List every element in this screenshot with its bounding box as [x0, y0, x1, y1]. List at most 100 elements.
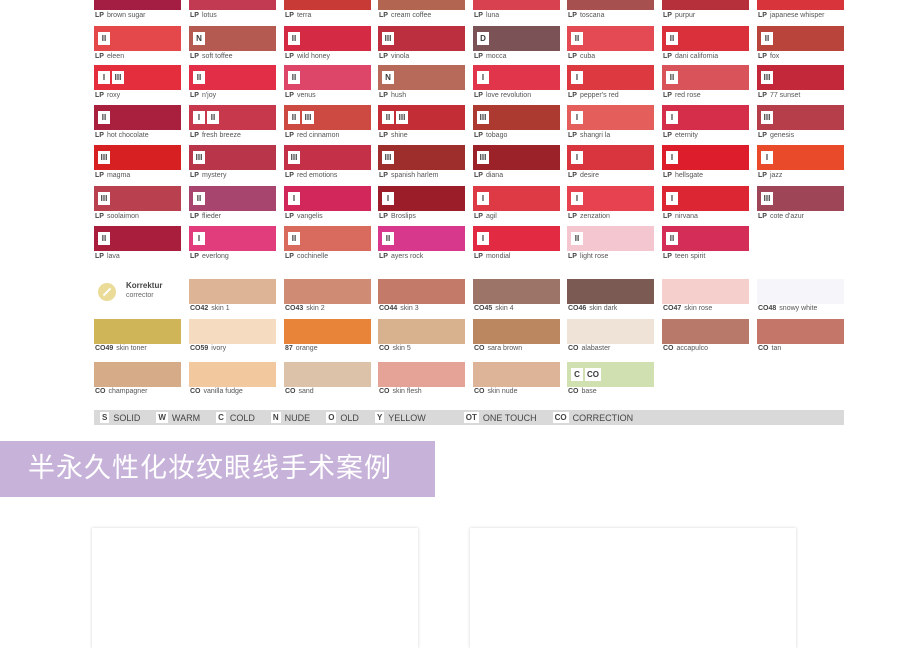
swatch-label: CO vanilla fudge [190, 387, 243, 396]
swatch-label: LP agil [474, 212, 497, 221]
tone-badge: I [571, 192, 583, 205]
swatch-label: LP brown sugar [95, 11, 145, 20]
color-swatch: I [189, 226, 276, 251]
color-swatch: I [662, 105, 749, 130]
swatch-label: CO47 skin rose [663, 304, 712, 313]
swatch-prefix: LP [95, 92, 104, 99]
swatch-name: eleen [106, 53, 125, 60]
swatch-name: red rose [674, 92, 701, 99]
swatch-name: skin 5 [392, 345, 411, 352]
swatch-label: LP 77 sunset [758, 91, 800, 100]
swatch-name: base [581, 388, 597, 395]
legend-label: YELLOW [388, 412, 426, 423]
tone-badges: II [98, 232, 110, 245]
swatch-prefix: LP [190, 12, 199, 19]
color-swatch: D [473, 26, 560, 51]
swatch-label: LP love revolution [474, 91, 531, 100]
tone-badges: II [193, 71, 205, 84]
tone-badges: II [98, 32, 110, 45]
tone-badge: II [288, 232, 300, 245]
swatch-label: CO tan [758, 344, 781, 353]
tone-badges: N [193, 32, 205, 45]
tone-badges: II [288, 232, 300, 245]
swatch-name: magma [106, 172, 131, 179]
tone-badge: I [98, 71, 110, 84]
color-swatch: II [662, 65, 749, 90]
tone-badges: N [382, 71, 394, 84]
tone-badge: III [396, 111, 408, 124]
case-photo-right [470, 528, 796, 648]
tone-badge: II [382, 111, 394, 124]
color-swatch: II [662, 226, 749, 251]
swatch-label: CO42 skin 1 [190, 304, 230, 313]
swatch-label: CO champagner [95, 387, 147, 396]
tone-badges: I [288, 192, 300, 205]
color-swatch: N [189, 26, 276, 51]
swatch-name: cream coffee [390, 12, 432, 19]
swatch-label: LP dani california [663, 52, 718, 61]
swatch-prefix: CO [663, 345, 674, 352]
swatch-name: 77 sunset [769, 92, 801, 99]
tone-badge: N [193, 32, 205, 45]
legend-item: C COLD [216, 412, 255, 423]
tone-badge: I [382, 192, 394, 205]
corrector-subtitle: corrector [126, 292, 154, 299]
swatch-name: accapulco [676, 345, 709, 352]
swatch-name: jazz [769, 172, 783, 179]
swatch-name: toscana [579, 12, 605, 19]
swatch-name: orange [295, 345, 318, 352]
swatch-label: LP mystery [190, 171, 226, 180]
color-swatch: I [757, 145, 844, 170]
swatch-name: red cinnamon [296, 132, 340, 139]
swatch-label: 87 orange [285, 344, 318, 353]
swatch-prefix: CO59 [190, 345, 209, 352]
swatch-name: hush [390, 92, 407, 99]
swatch-name: tobago [485, 132, 508, 139]
swatch-label: CO accapulco [663, 344, 708, 353]
tone-badges: III [193, 151, 205, 164]
color-swatch: III [94, 145, 181, 170]
color-swatch: II III [378, 105, 465, 130]
swatch-prefix: LP [474, 132, 483, 139]
swatch-prefix: LP [758, 172, 767, 179]
tone-badge: II [98, 111, 110, 124]
swatch-name: tan [771, 345, 782, 352]
tone-badges: I [761, 151, 773, 164]
tone-badge: I [193, 111, 205, 124]
tone-badge: II [288, 111, 300, 124]
tone-badges: II III [382, 111, 408, 124]
tone-badge: II [288, 71, 300, 84]
tone-badge: III [98, 151, 110, 164]
tone-badges: I [382, 192, 394, 205]
tone-badge: I [666, 192, 678, 205]
tone-badge: I [477, 232, 489, 245]
swatch-label: LP lotus [190, 11, 217, 20]
color-swatch [284, 0, 371, 10]
color-swatch: I [473, 65, 560, 90]
color-swatch [189, 279, 276, 304]
color-swatch: II [567, 226, 654, 251]
swatch-prefix: LP [758, 132, 767, 139]
swatch-label: LP hush [379, 91, 406, 100]
color-swatch [189, 362, 276, 387]
swatch-name: skin flesh [392, 388, 422, 395]
legend-label: NUDE [284, 412, 311, 423]
swatch-label: CO45 skin 4 [474, 304, 514, 313]
swatch-prefix: LP [379, 53, 388, 60]
swatch-label: LP vangelis [285, 212, 323, 221]
swatch-prefix: LP [758, 12, 767, 19]
color-swatch: III [473, 145, 560, 170]
swatch-prefix: LP [285, 12, 294, 19]
swatch-label: CO59 ivory [190, 344, 226, 353]
swatch-label: LP soft toffee [190, 52, 233, 61]
swatch-name: venus [296, 92, 316, 99]
tone-badges: II [571, 32, 583, 45]
swatch-prefix: 87 [285, 345, 293, 352]
tone-badges: D [477, 32, 489, 45]
legend-item: CO CORRECTION [552, 412, 633, 423]
color-swatch: III [757, 105, 844, 130]
swatch-prefix: CO [568, 345, 579, 352]
tone-badge: II [666, 32, 678, 45]
color-swatch [94, 319, 181, 344]
color-swatch: II [94, 26, 181, 51]
